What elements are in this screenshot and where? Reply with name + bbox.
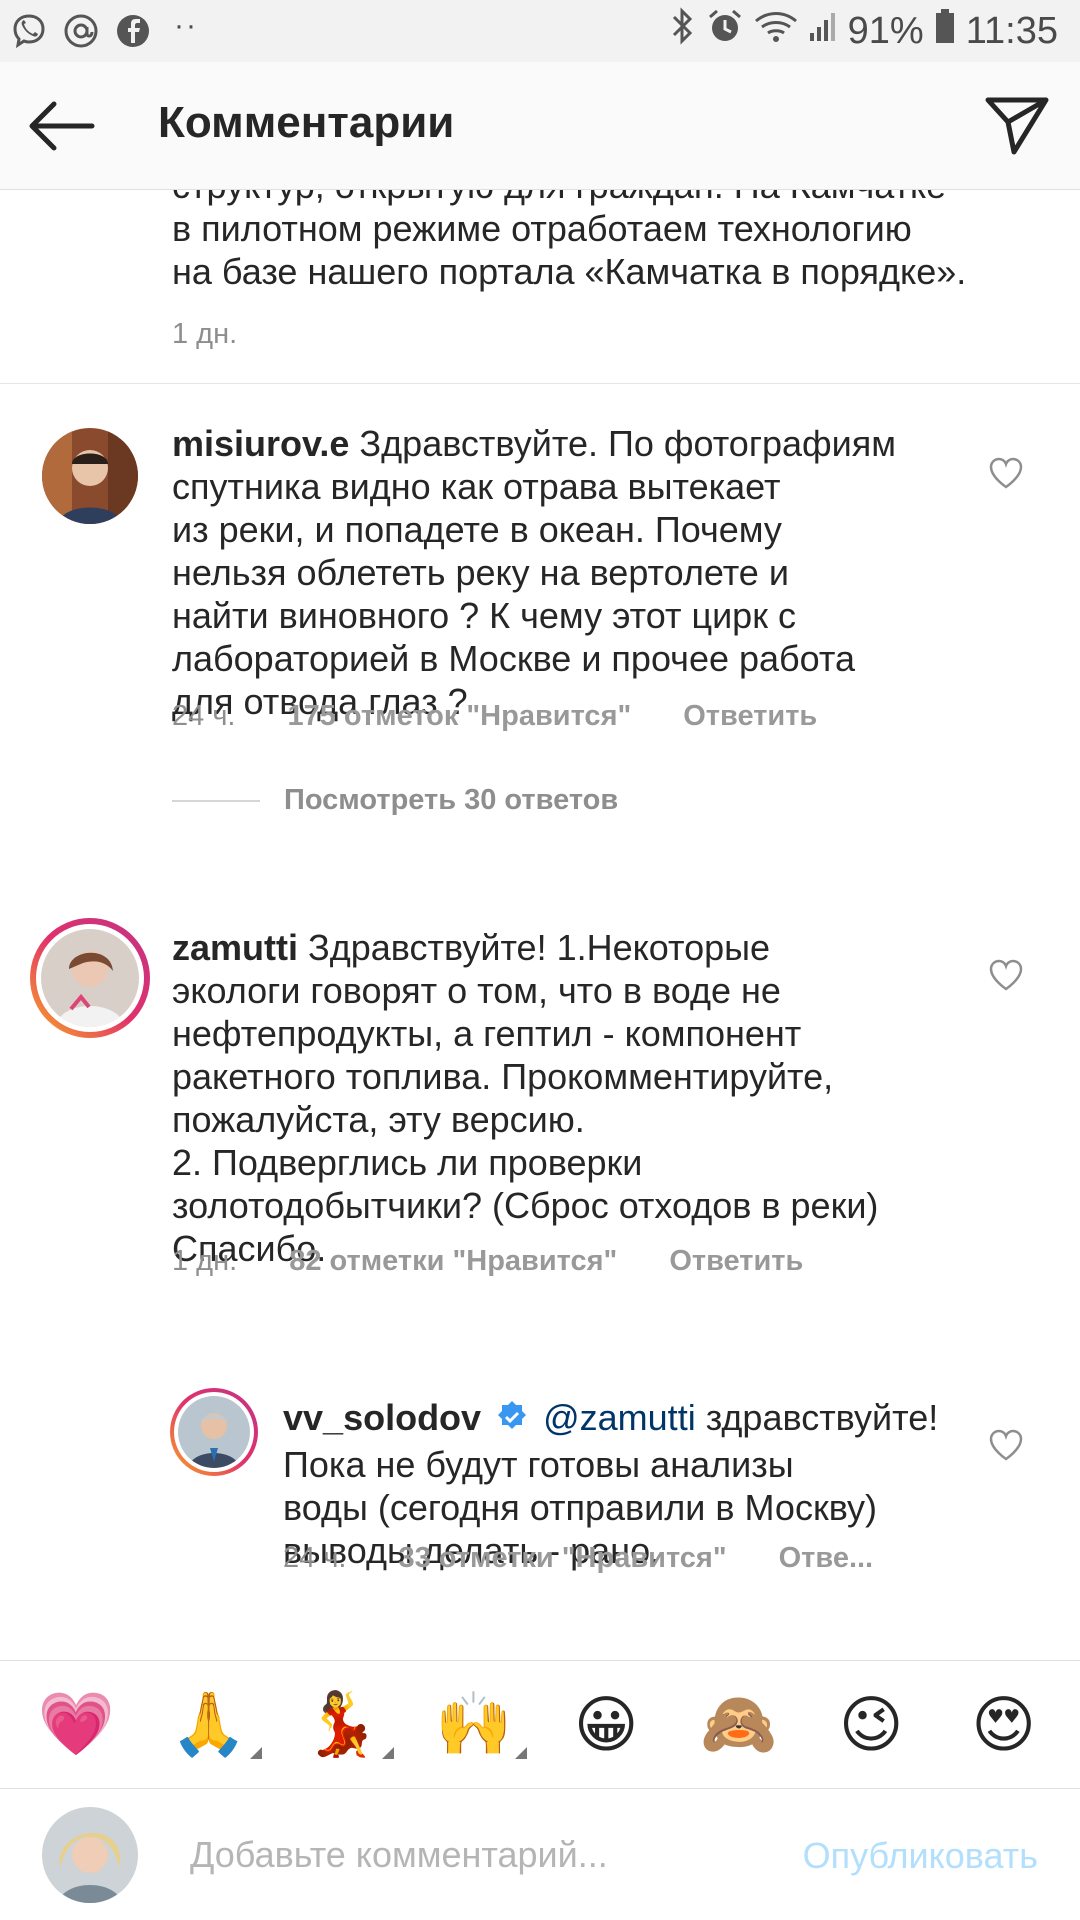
emoji-see-no-evil[interactable]: 🙈 bbox=[694, 1688, 784, 1761]
publish-button[interactable]: Опубликовать bbox=[803, 1835, 1038, 1877]
reply-meta: 24 ч. 33 отметки "Нравится" Отве... bbox=[283, 1542, 873, 1575]
comments-list[interactable]: структур, открытую для граждан. На Камча… bbox=[0, 190, 1080, 1660]
comment-body: Здравствуйте. По фотографиям спутника ви… bbox=[172, 423, 896, 722]
replies-line bbox=[172, 799, 260, 802]
avatar-zamutti[interactable] bbox=[30, 918, 150, 1038]
clipped-comment-body: в пилотном режиме отработаем технологию … bbox=[172, 208, 967, 292]
emoji-pink-heart[interactable]: 💗 bbox=[31, 1688, 121, 1761]
comment-username[interactable]: misiurov.e bbox=[172, 423, 349, 464]
skin-tone-indicator-icon bbox=[382, 1747, 395, 1759]
comment-meta: 1 дн. 82 отметки "Нравится" Ответить bbox=[172, 1245, 803, 1278]
emoji-glyph: 🙌 bbox=[435, 1690, 513, 1759]
alarm-icon bbox=[706, 7, 744, 55]
comment-meta: 24 ч. 175 отметок "Нравится" Ответить bbox=[172, 700, 817, 733]
skin-tone-indicator-icon bbox=[514, 1747, 527, 1759]
more-dots-icon: ·· bbox=[174, 9, 198, 42]
paper-plane-icon bbox=[985, 97, 1049, 155]
like-heart-icon[interactable] bbox=[988, 958, 1024, 992]
like-heart-icon[interactable] bbox=[988, 1428, 1024, 1462]
comment-input[interactable] bbox=[190, 1827, 750, 1883]
emoji-heart-eyes[interactable]: 😍 bbox=[959, 1688, 1049, 1761]
page-title: Комментарии bbox=[158, 98, 455, 147]
emoji-pray[interactable]: 🙏 bbox=[164, 1688, 262, 1761]
comment-body: Здравствуйте! 1.Некоторые экологи говоря… bbox=[172, 927, 879, 1269]
avatar-misiurov[interactable] bbox=[42, 428, 138, 524]
comment-text: zamutti Здравствуйте! 1.Некоторые эколог… bbox=[172, 926, 932, 1270]
reply-button[interactable]: Ответить bbox=[683, 700, 817, 733]
reply-username[interactable]: vv_solodov bbox=[283, 1397, 481, 1438]
like-heart-icon[interactable] bbox=[988, 456, 1024, 490]
clock: 11:35 bbox=[965, 9, 1058, 52]
viber-icon bbox=[10, 12, 48, 50]
emoji-raised-hands[interactable]: 🙌 bbox=[429, 1688, 527, 1761]
battery-icon bbox=[934, 7, 956, 55]
comment-time: 1 дн. bbox=[172, 1245, 238, 1277]
skin-tone-indicator-icon bbox=[249, 1747, 262, 1759]
reply-time: 24 ч. bbox=[283, 1542, 347, 1574]
divider bbox=[0, 383, 1080, 384]
reply-likes[interactable]: 33 отметки "Нравится" bbox=[398, 1542, 726, 1575]
clipped-comment-time: 1 дн. bbox=[172, 318, 238, 350]
comment-time: 24 ч. bbox=[172, 700, 236, 732]
facebook-icon bbox=[114, 12, 152, 50]
comment-likes[interactable]: 175 отметок "Нравится" bbox=[287, 700, 631, 733]
comment-likes[interactable]: 82 отметки "Нравится" bbox=[289, 1245, 617, 1278]
comment-username[interactable]: zamutti bbox=[172, 927, 298, 968]
verified-badge-icon bbox=[495, 1400, 529, 1443]
back-button[interactable] bbox=[26, 98, 98, 154]
view-replies-button[interactable]: Посмотреть 30 ответов bbox=[172, 784, 618, 817]
comment-composer: Опубликовать bbox=[0, 1788, 1080, 1920]
emoji-dancer[interactable]: 💃 bbox=[296, 1688, 395, 1761]
avatar-vv-solodov[interactable] bbox=[170, 1388, 258, 1476]
reply-button[interactable]: Ответить bbox=[669, 1245, 803, 1278]
emoji-grinning[interactable]: 😀 bbox=[561, 1688, 651, 1761]
view-replies-label: Посмотреть 30 ответов bbox=[284, 784, 619, 816]
header: Комментарии bbox=[0, 62, 1080, 190]
emoji-quick-bar: 💗 🙏 💃 🙌 😀 🙈 😉 😍 bbox=[0, 1660, 1080, 1788]
wifi-icon bbox=[754, 7, 798, 55]
clipped-comment-text: структур, открытую для граждан. На Камча… bbox=[172, 190, 1022, 293]
clipped-first-line: структур, открытую для граждан. На Камча… bbox=[172, 190, 1022, 207]
emoji-wink[interactable]: 😉 bbox=[826, 1688, 916, 1761]
own-avatar bbox=[42, 1807, 138, 1903]
at-icon bbox=[62, 12, 100, 50]
emoji-glyph: 💃 bbox=[302, 1690, 380, 1759]
bluetooth-icon bbox=[670, 7, 696, 55]
reply-button[interactable]: Отве... bbox=[779, 1542, 874, 1575]
reply-mention[interactable]: @zamutti bbox=[543, 1397, 696, 1438]
comment-text: misiurov.e Здравствуйте. По фотографиям … bbox=[172, 422, 932, 723]
battery-percent: 91% bbox=[847, 9, 924, 52]
signal-icon bbox=[808, 7, 838, 55]
arrow-left-icon bbox=[29, 101, 95, 151]
status-bar: ·· 91% 11:35 bbox=[0, 0, 1080, 62]
direct-send-button[interactable] bbox=[984, 92, 1050, 158]
emoji-glyph: 🙏 bbox=[170, 1690, 248, 1759]
